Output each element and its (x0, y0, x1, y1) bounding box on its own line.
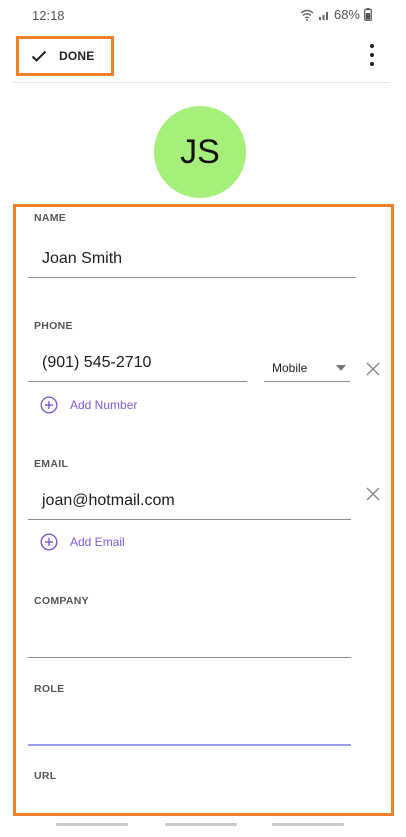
add-circle-icon (40, 533, 58, 551)
status-icons: 68% (300, 7, 372, 22)
toolbar-divider (12, 82, 390, 83)
nav-bar-pill (165, 823, 237, 826)
phone-input[interactable]: (901) 545-2710 (42, 354, 151, 372)
phone-type-label: Mobile (272, 361, 308, 375)
battery-percent: 68% (333, 7, 360, 22)
add-email-button[interactable]: Add Email (40, 533, 125, 551)
status-bar: 12:18 68% (0, 0, 406, 30)
email-label: EMAIL (34, 458, 69, 470)
clear-email-icon[interactable] (364, 485, 382, 503)
clear-phone-icon[interactable] (364, 360, 382, 378)
nav-bar-pill (56, 823, 128, 826)
battery-icon (364, 8, 372, 21)
email-underline (28, 519, 351, 520)
toolbar: DONE (0, 30, 406, 80)
more-vert-icon[interactable] (362, 44, 382, 66)
dropdown-arrow-icon (336, 365, 346, 371)
done-button[interactable]: DONE (16, 36, 114, 76)
name-label: NAME (34, 212, 67, 224)
phone-type-select[interactable]: Mobile (264, 356, 350, 382)
contact-form (13, 204, 394, 816)
status-time: 12:18 (32, 8, 65, 23)
email-input[interactable]: joan@hotmail.com (42, 492, 175, 510)
name-underline (28, 277, 356, 278)
name-input[interactable]: Joan Smith (42, 250, 122, 268)
wifi-icon (300, 9, 314, 21)
add-email-label: Add Email (70, 535, 125, 549)
avatar-initials: JS (180, 132, 220, 171)
phone-type-underline (264, 381, 350, 382)
role-label: ROLE (34, 683, 65, 695)
check-icon (31, 50, 47, 62)
add-number-label: Add Number (70, 398, 138, 412)
company-underline (28, 657, 351, 658)
add-circle-icon (40, 396, 58, 414)
role-underline-active (28, 744, 351, 746)
phone-underline (28, 381, 247, 382)
phone-label: PHONE (34, 320, 73, 332)
signal-icon (318, 11, 328, 20)
avatar[interactable]: JS (154, 106, 246, 198)
add-number-button[interactable]: Add Number (40, 396, 137, 414)
url-label: URL (34, 770, 57, 782)
nav-bar-pill (272, 823, 344, 826)
done-label: DONE (59, 49, 95, 63)
company-label: COMPANY (34, 595, 89, 607)
